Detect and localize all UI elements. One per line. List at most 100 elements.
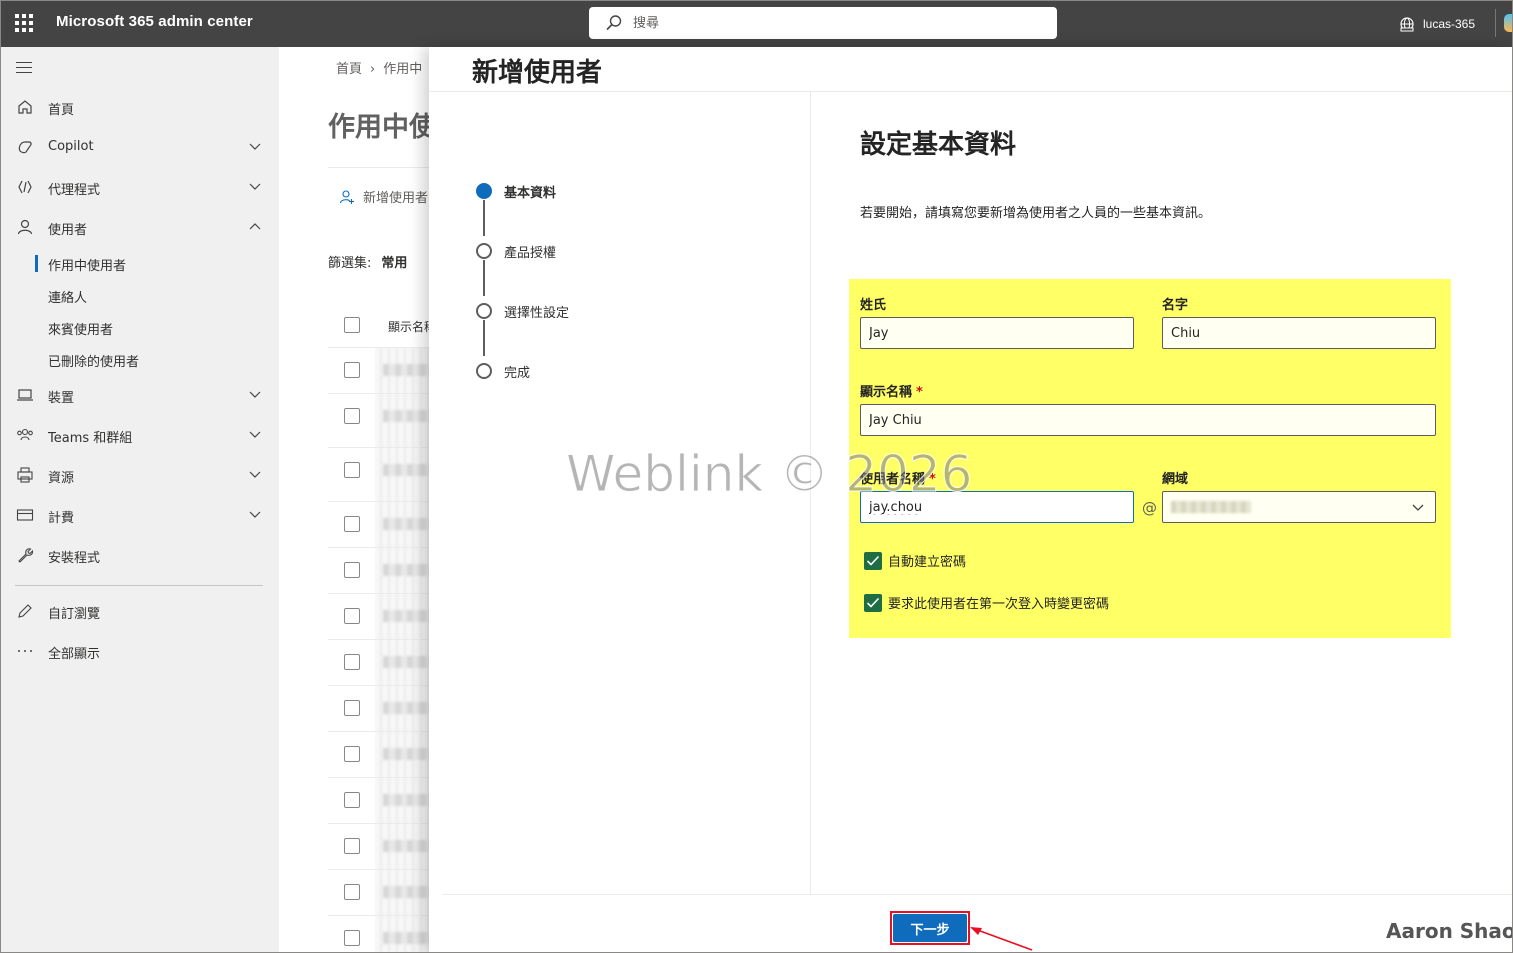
- row-checkbox[interactable]: [344, 746, 360, 762]
- blurred-name: [383, 610, 429, 622]
- table-row[interactable]: [328, 777, 429, 823]
- row-checkbox[interactable]: [344, 462, 360, 478]
- last-name-label: 名字: [1162, 298, 1189, 313]
- display-name-input[interactable]: [860, 404, 1436, 436]
- chevron-down-icon[interactable]: [248, 181, 262, 193]
- person-icon: [17, 219, 33, 235]
- row-checkbox[interactable]: [344, 838, 360, 854]
- row-checkbox[interactable]: [344, 516, 360, 532]
- row-checkbox[interactable]: [344, 562, 360, 578]
- sidebar-item-guest-users[interactable]: 來賓使用者: [1, 313, 279, 341]
- username-label-text: 使用者名稱: [860, 472, 926, 487]
- tenant-icon: [1400, 17, 1414, 32]
- add-person-icon: [339, 189, 354, 204]
- app-launcher-icon[interactable]: [15, 14, 33, 32]
- select-all-checkbox[interactable]: [344, 317, 360, 333]
- nav-item-show-all[interactable]: 全部顯示: [1, 634, 279, 668]
- first-name-input[interactable]: [860, 317, 1134, 349]
- table-row[interactable]: [328, 869, 429, 915]
- chevron-up-icon[interactable]: [248, 221, 262, 233]
- filter-label: 篩選集:: [328, 256, 372, 271]
- nav-item-home[interactable]: 首頁: [1, 90, 279, 124]
- copilot-icon[interactable]: [1504, 14, 1512, 32]
- nav-item-teams-groups[interactable]: Teams 和群組: [1, 418, 279, 452]
- blurred-name: [383, 702, 429, 714]
- nav-item-billing[interactable]: 計費: [1, 498, 279, 532]
- domain-dropdown[interactable]: [1162, 491, 1436, 523]
- nav-label: 代理程式: [48, 183, 101, 198]
- nav-label: 連絡人: [48, 291, 88, 306]
- nav-item-resources[interactable]: 資源: [1, 458, 279, 492]
- basics-form: 設定基本資料 若要開始，請填寫您要新增為使用者之人員的一些基本資訊。 姓氏 名字…: [812, 92, 1512, 894]
- table-row[interactable]: [328, 731, 429, 777]
- chevron-down-icon[interactable]: [248, 509, 262, 521]
- row-checkbox[interactable]: [344, 884, 360, 900]
- nav-label: 全部顯示: [48, 647, 101, 662]
- table-row[interactable]: [328, 393, 429, 439]
- table-row[interactable]: [328, 593, 429, 639]
- table-header: 顯示名稱: [328, 312, 429, 342]
- blurred-name: [383, 364, 429, 376]
- display-name-label: 顯示名稱 *: [860, 381, 923, 400]
- row-checkbox[interactable]: [344, 608, 360, 624]
- nav-label: 計費: [48, 511, 75, 526]
- table-row[interactable]: [328, 685, 429, 731]
- table-row[interactable]: [328, 547, 429, 593]
- sidebar-item-deleted-users[interactable]: 已刪除的使用者: [1, 345, 279, 373]
- nav-label: 首頁: [48, 103, 75, 118]
- step-indicator-icon: [476, 363, 492, 379]
- row-checkbox[interactable]: [344, 792, 360, 808]
- app-title[interactable]: Microsoft 365 admin center: [56, 13, 253, 30]
- row-checkbox[interactable]: [344, 362, 360, 378]
- chevron-down-icon[interactable]: [248, 429, 262, 441]
- row-checkbox[interactable]: [344, 654, 360, 670]
- wrench-icon: [18, 548, 34, 563]
- search-input[interactable]: [633, 13, 1033, 33]
- auto-password-checkbox[interactable]: 自動建立密碼: [864, 551, 966, 570]
- nav-item-agents[interactable]: 代理程式: [1, 170, 279, 204]
- table-row[interactable]: [328, 823, 429, 869]
- blurred-name: [383, 656, 429, 668]
- nav-label: 裝置: [48, 391, 75, 406]
- require-password-change-checkbox[interactable]: 要求此使用者在第一次登入時變更密碼: [864, 593, 1109, 612]
- row-checkbox[interactable]: [344, 930, 360, 946]
- top-divider: [1495, 9, 1496, 37]
- nav-label: 使用者: [48, 223, 88, 238]
- row-checkbox[interactable]: [344, 408, 360, 424]
- table-row[interactable]: [328, 639, 429, 685]
- search-box[interactable]: [589, 7, 1057, 39]
- table-row[interactable]: [328, 915, 429, 952]
- add-user-button[interactable]: 新增使用者: [339, 187, 428, 206]
- nav-divider: [15, 585, 263, 586]
- last-name-input[interactable]: [1162, 317, 1436, 349]
- sidebar-item-active-users[interactable]: 作用中使用者: [1, 249, 279, 277]
- nav-item-customize-navigation[interactable]: 自訂瀏覽: [1, 594, 279, 628]
- breadcrumb-home[interactable]: 首頁: [336, 62, 362, 77]
- blurred-name: [383, 748, 429, 760]
- row-checkbox[interactable]: [344, 700, 360, 716]
- table-row[interactable]: [328, 447, 429, 493]
- sidebar-item-contacts[interactable]: 連絡人: [1, 281, 279, 309]
- nav-item-devices[interactable]: 裝置: [1, 378, 279, 412]
- tenant-name: lucas-365: [1423, 17, 1476, 31]
- blurred-name: [383, 886, 429, 898]
- column-header-display-name[interactable]: 顯示名稱: [388, 318, 429, 335]
- tenant-switcher[interactable]: lucas-365: [1399, 13, 1475, 35]
- printer-icon: [17, 467, 33, 483]
- chevron-down-icon[interactable]: [248, 141, 262, 153]
- required-mark: *: [929, 472, 936, 487]
- username-input[interactable]: [860, 491, 1134, 523]
- footer-divider: [443, 894, 1512, 895]
- filter-set[interactable]: 篩選集: 常用: [328, 252, 407, 271]
- next-button[interactable]: 下一步: [893, 914, 967, 942]
- nav-item-setup[interactable]: 安裝程式: [1, 538, 279, 572]
- chevron-down-icon[interactable]: [248, 389, 262, 401]
- table-row[interactable]: [328, 501, 429, 547]
- auto-password-label: 自動建立密碼: [888, 555, 967, 570]
- nav-item-users[interactable]: 使用者: [1, 210, 279, 244]
- blurred-name: [383, 840, 429, 852]
- hamburger-menu-icon[interactable]: [16, 62, 32, 74]
- chevron-down-icon[interactable]: [248, 469, 262, 481]
- table-row[interactable]: [328, 347, 429, 393]
- nav-item-copilot[interactable]: Copilot: [1, 130, 279, 164]
